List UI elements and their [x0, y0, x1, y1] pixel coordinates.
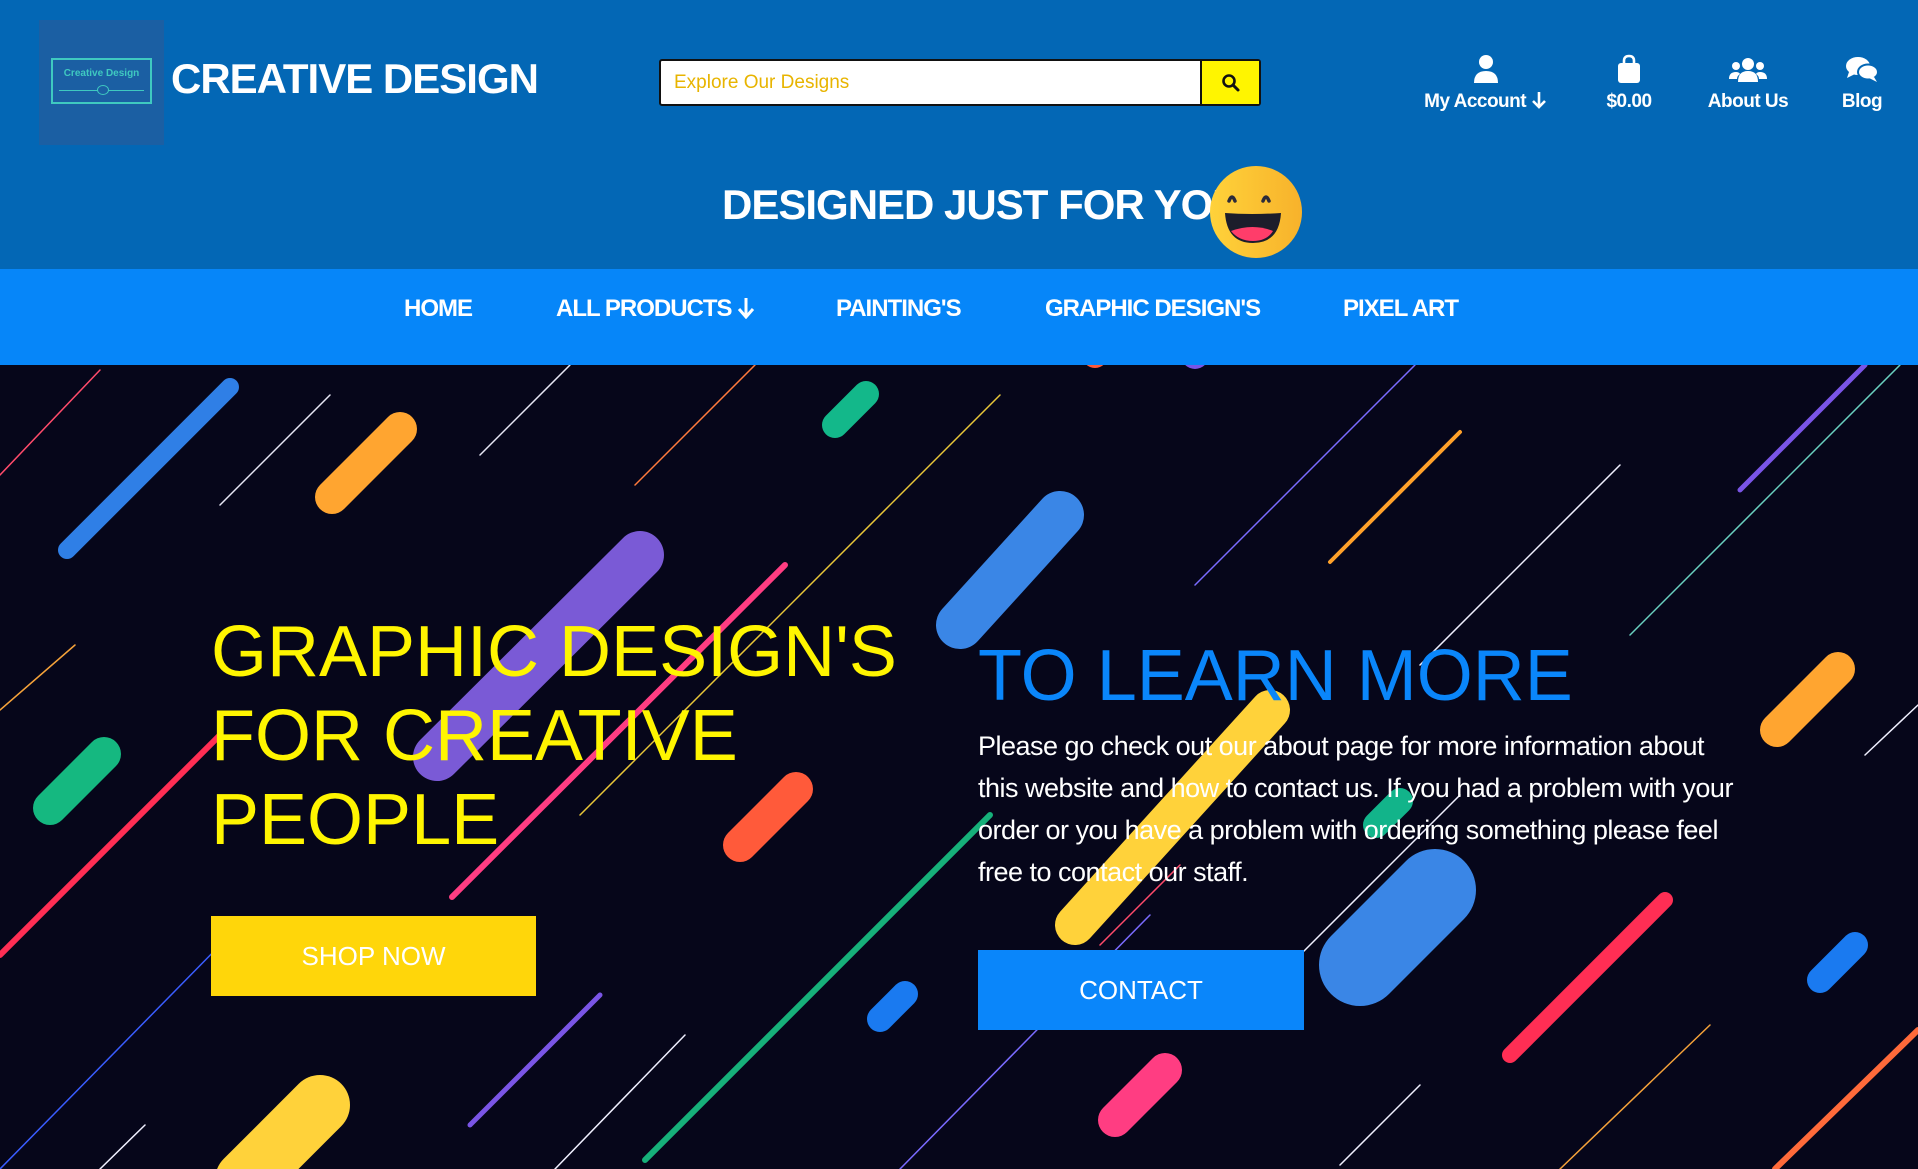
- search-bar: [659, 59, 1261, 106]
- nav-cart[interactable]: $0.00: [1600, 48, 1658, 113]
- nav-blog[interactable]: Blog: [1836, 48, 1888, 113]
- brand-name[interactable]: CREATIVE DESIGN: [171, 55, 539, 103]
- hero-title-line: GRAPHIC DESIGN'S: [211, 612, 897, 692]
- nav-about-us[interactable]: About Us: [1703, 48, 1793, 113]
- arrow-down-icon: [1531, 92, 1546, 109]
- search-icon: [1221, 73, 1239, 91]
- grinning-face-icon: [1210, 166, 1302, 258]
- logo-brain-icon: [97, 85, 109, 95]
- menu-pixel-art[interactable]: PIXEL ART: [1343, 295, 1459, 323]
- shopping-bag-icon: [1618, 54, 1640, 83]
- menu-home[interactable]: HOME: [404, 295, 473, 323]
- hero-title: GRAPHIC DESIGN'S FOR CREATIVE PEOPLE: [211, 610, 911, 862]
- search-input[interactable]: [661, 61, 1200, 104]
- menu-all-products-label: ALL PRODUCTS: [556, 295, 733, 322]
- users-icon: [1729, 58, 1767, 82]
- site-header: Creative Design CREATIVE DESIGN My Accou…: [0, 0, 1918, 269]
- tagline: DESIGNED JUST FOR YOU: [722, 181, 1243, 228]
- logo-text: Creative Design: [63, 68, 140, 79]
- hero-banner: GRAPHIC DESIGN'S FOR CREATIVE PEOPLE SHO…: [0, 365, 1918, 1169]
- logo-frame: Creative Design: [51, 58, 152, 104]
- contact-button[interactable]: CONTACT: [978, 950, 1304, 1030]
- nav-about-us-label: About Us: [1707, 91, 1789, 112]
- menu-paintings[interactable]: PAINTING'S: [836, 295, 962, 323]
- nav-my-account-label: My Account: [1424, 91, 1527, 112]
- cart-total: $0.00: [1606, 91, 1652, 112]
- menu-graphic-designs[interactable]: GRAPHIC DESIGN'S: [1045, 295, 1261, 323]
- search-button[interactable]: [1200, 61, 1259, 104]
- hero-title-line: FOR CREATIVE: [211, 696, 738, 776]
- hero-title-line: PEOPLE: [211, 780, 500, 860]
- menu-all-products[interactable]: ALL PRODUCTS: [556, 295, 755, 323]
- nav-blog-label: Blog: [1841, 91, 1883, 112]
- site-logo[interactable]: Creative Design: [39, 20, 164, 145]
- nav-my-account[interactable]: My Account: [1418, 48, 1553, 113]
- main-menu: HOME ALL PRODUCTS PAINTING'S GRAPHIC DES…: [0, 269, 1918, 365]
- arrow-down-icon: [738, 298, 755, 320]
- learn-more-text: Please go check out our about page for m…: [978, 731, 1733, 887]
- learn-more-heading: TO LEARN MORE: [978, 636, 1573, 716]
- comments-icon: [1846, 57, 1879, 82]
- user-icon: [1473, 55, 1498, 83]
- shop-now-button[interactable]: SHOP NOW: [211, 916, 536, 996]
